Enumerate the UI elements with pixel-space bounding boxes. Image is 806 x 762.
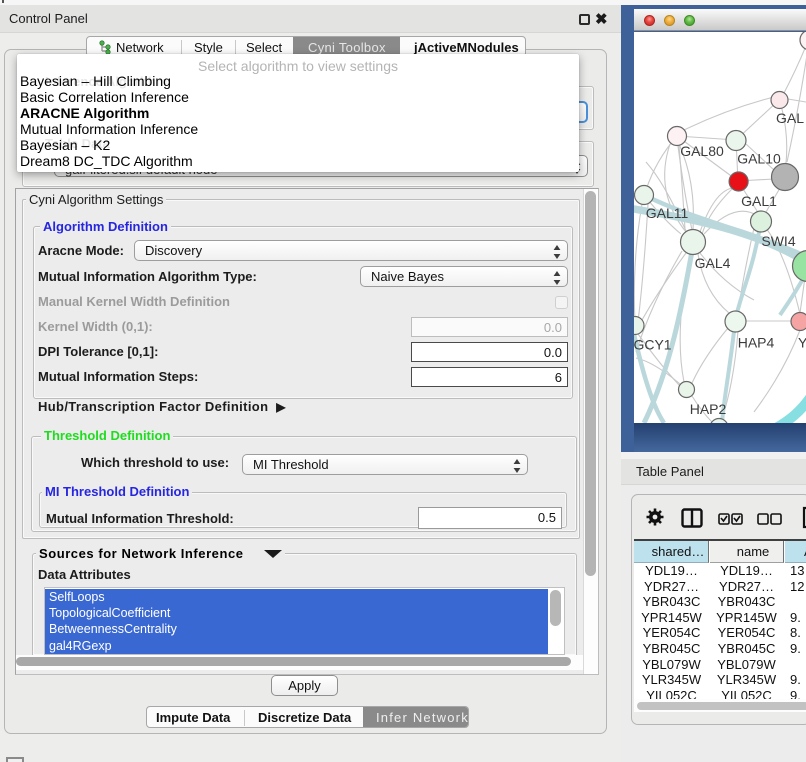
svg-text:GAL10: GAL10	[737, 151, 781, 167]
svg-text:GAL1: GAL1	[741, 193, 777, 209]
svg-text:SWI4: SWI4	[761, 233, 795, 249]
svg-text:GAL4: GAL4	[695, 255, 731, 271]
svg-text:GCY1: GCY1	[634, 337, 672, 353]
svg-text:Y: Y	[798, 335, 806, 351]
svg-text:GAL11: GAL11	[646, 205, 689, 221]
svg-text:HAP4: HAP4	[738, 335, 775, 351]
svg-text:GAL: GAL	[776, 110, 804, 126]
svg-text:HAP2: HAP2	[690, 401, 727, 417]
svg-text:GAL80: GAL80	[680, 143, 724, 159]
